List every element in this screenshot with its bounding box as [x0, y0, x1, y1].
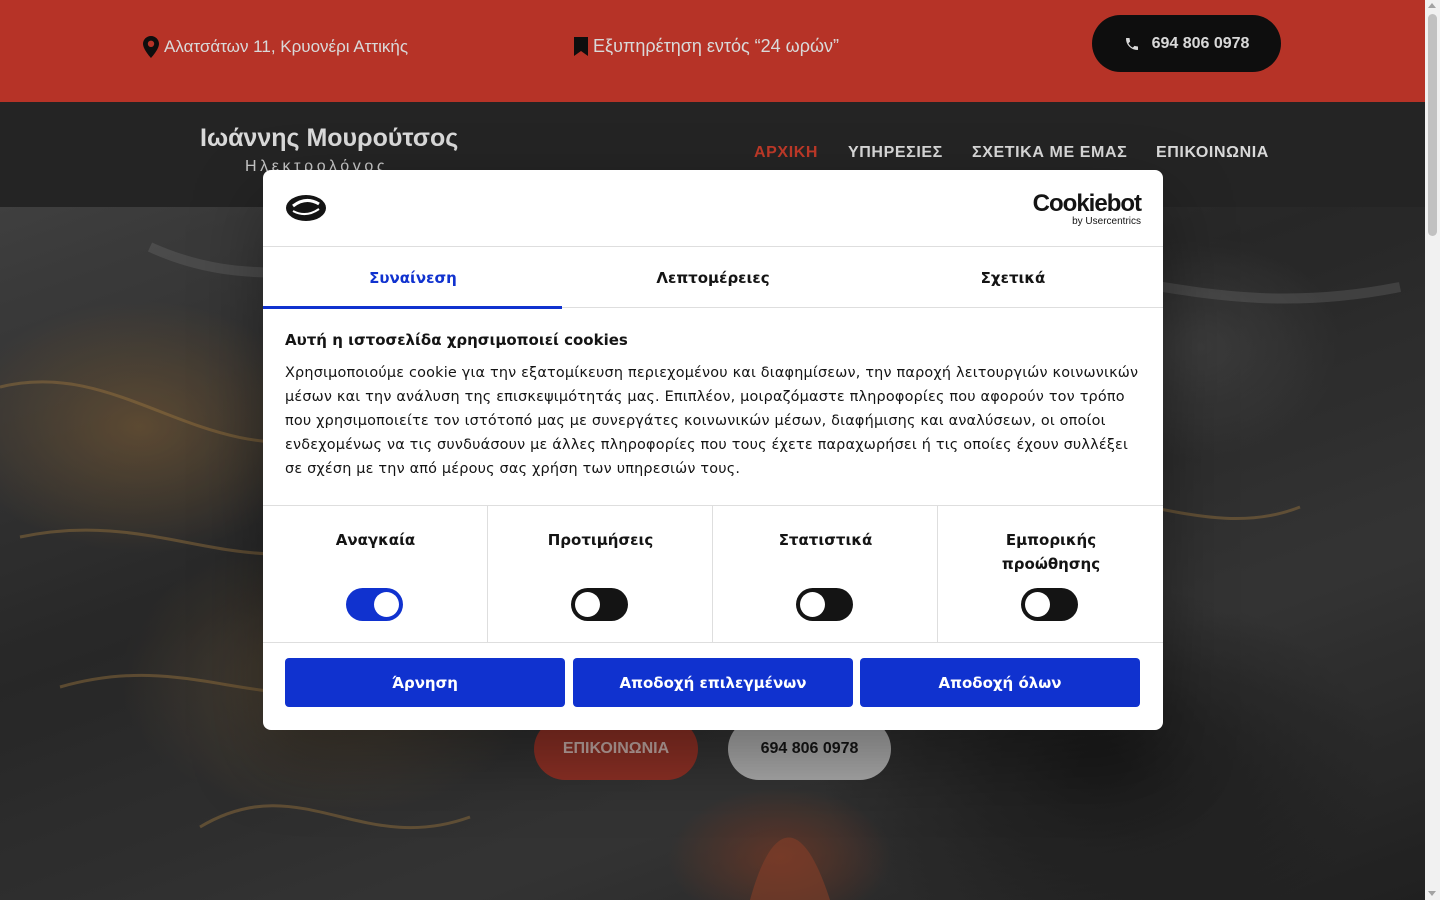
dialog-title: Αυτή η ιστοσελίδα χρησιμοποιεί cookies: [285, 331, 628, 349]
tab-about[interactable]: Σχετικά: [863, 247, 1163, 308]
scroll-down-arrow-icon[interactable]: [1428, 891, 1436, 896]
cookie-consent-dialog: Cookiebot by Usercentrics Συναίνεση Λεπτ…: [263, 170, 1163, 730]
scroll-up-arrow-icon[interactable]: [1428, 3, 1436, 8]
category-label: Στατιστικά: [778, 531, 873, 549]
dialog-body-text: Χρησιμοποιούμε cookie για την εξατομίκευ…: [285, 365, 1139, 477]
toggle-knob: [575, 592, 600, 617]
category-label: Αναγκαία: [335, 531, 416, 549]
accept-all-button[interactable]: Αποδοχή όλων: [860, 658, 1140, 707]
statistics-toggle[interactable]: [796, 588, 853, 621]
dialog-header: Cookiebot by Usercentrics: [263, 170, 1163, 247]
cookiebot-logo-text: Cookiebot: [1032, 190, 1142, 217]
tab-consent[interactable]: Συναίνεση: [263, 247, 563, 309]
site-logo-icon: [286, 195, 326, 221]
toggle-knob: [1025, 592, 1050, 617]
dialog-tabs: Συναίνεση Λεπτομέρειες Σχετικά: [263, 247, 1163, 309]
category-label: Εμπορικής προώθησης: [1001, 531, 1101, 573]
preferences-toggle[interactable]: [571, 588, 628, 621]
necessary-toggle[interactable]: [346, 588, 403, 621]
cookiebot-logo-sub: by Usercentrics: [1072, 216, 1141, 227]
consent-categories: Αναγκαία Προτιμήσεις Στατιστικά Εμπορική…: [263, 505, 1163, 643]
category-preferences: Προτιμήσεις: [488, 506, 713, 643]
accept-selected-button[interactable]: Αποδοχή επιλεγμένων: [573, 658, 853, 707]
category-necessary: Αναγκαία: [263, 506, 488, 643]
cookiebot-logo: Cookiebot by Usercentrics: [1032, 190, 1142, 228]
category-statistics: Στατιστικά: [713, 506, 938, 643]
scrollbar-thumb[interactable]: [1428, 14, 1437, 236]
tab-details[interactable]: Λεπτομέρειες: [563, 247, 863, 308]
toggle-knob: [374, 592, 399, 617]
category-label: Προτιμήσεις: [547, 531, 654, 549]
deny-button[interactable]: Άρνηση: [285, 658, 565, 707]
toggle-knob: [800, 592, 825, 617]
category-marketing: Εμπορικής προώθησης: [938, 506, 1163, 643]
marketing-toggle[interactable]: [1021, 588, 1078, 621]
page-scrollbar[interactable]: [1425, 0, 1440, 900]
